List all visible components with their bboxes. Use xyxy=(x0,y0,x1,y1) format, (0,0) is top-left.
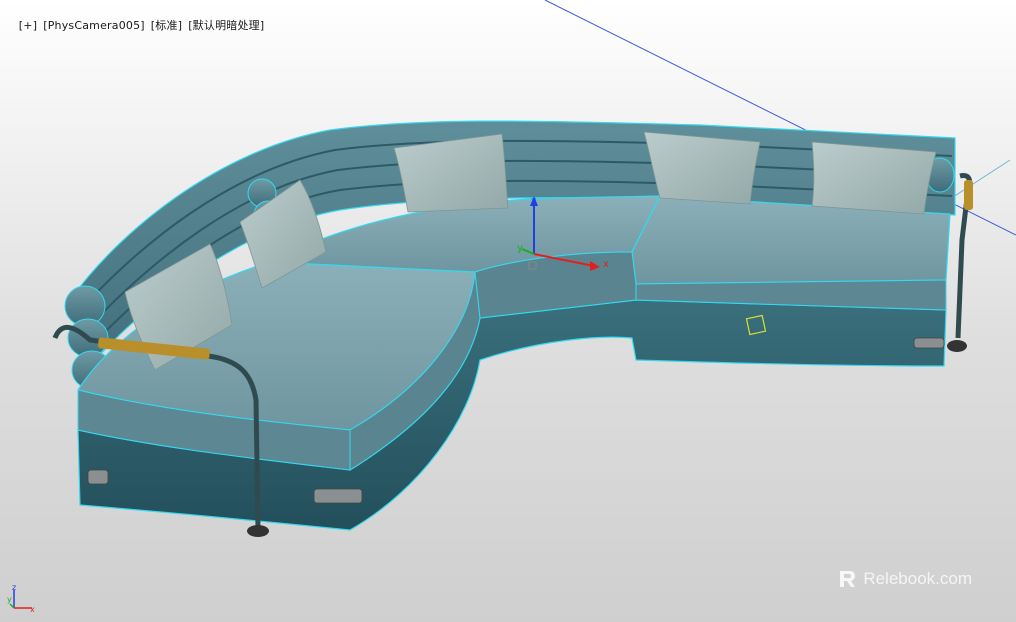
scene-render[interactable]: z x y xyxy=(0,0,1016,622)
world-axis-tripod: z x y xyxy=(7,584,35,614)
3d-viewport[interactable]: [+] [PhysCamera005] [标准] [默认明暗处理] z x y … xyxy=(0,0,1016,622)
pillow-4 xyxy=(643,131,761,205)
watermark-text: Relebook.com xyxy=(863,569,972,588)
gizmo-z-label: z xyxy=(531,196,536,207)
tripod-y-label: y xyxy=(7,595,12,604)
pillow-3 xyxy=(393,133,509,213)
tripod-x-label: x xyxy=(30,605,35,614)
gizmo-x-label: x xyxy=(603,259,609,270)
gizmo-y-label: y xyxy=(517,243,523,254)
tripod-z-label: z xyxy=(12,584,16,592)
watermark: Relebook.com xyxy=(837,569,972,589)
pillow-5 xyxy=(811,141,937,215)
relebook-logo-icon xyxy=(840,571,856,587)
